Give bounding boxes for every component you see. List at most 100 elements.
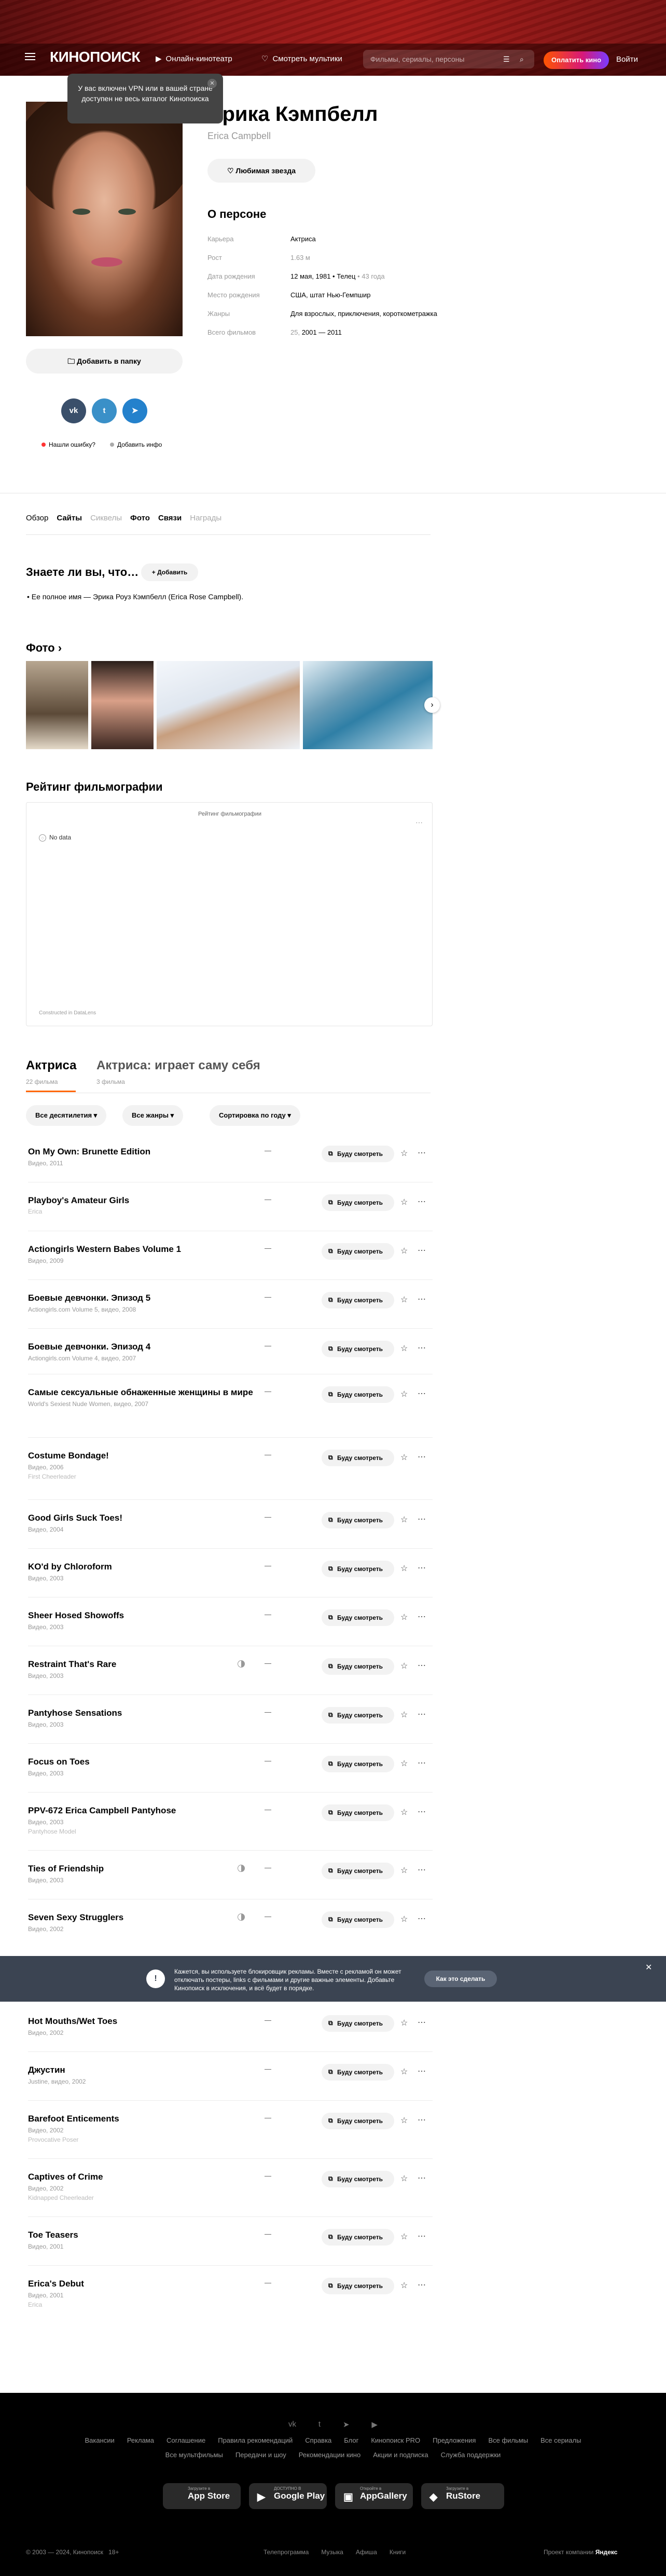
photo-thumb[interactable] xyxy=(91,661,154,749)
more-icon[interactable]: ⋯ xyxy=(418,1611,426,1622)
star-icon[interactable]: ☆ xyxy=(400,1246,408,1256)
photo-thumb[interactable] xyxy=(303,661,433,749)
footer-link[interactable]: Справка xyxy=(305,2436,331,2444)
telegram-icon[interactable]: ➤ xyxy=(343,2420,350,2429)
footer-link[interactable]: Музыка xyxy=(321,2549,343,2556)
will-watch-button[interactable]: ⧉ Буду смотреть xyxy=(322,2171,394,2187)
more-icon[interactable]: ⋯ xyxy=(418,2017,426,2028)
more-icon[interactable]: ⋯ xyxy=(418,2173,426,2183)
will-watch-button[interactable]: ⧉ Буду смотреть xyxy=(322,2113,394,2129)
more-icon[interactable]: ⋯ xyxy=(418,1807,426,1817)
google-play-button[interactable]: ▶ ДОСТУПНО В Google Play xyxy=(249,2483,327,2509)
footer-link[interactable]: Кинопоиск PRO xyxy=(371,2436,420,2444)
star-icon[interactable]: ☆ xyxy=(400,2280,408,2291)
menu-icon[interactable] xyxy=(25,53,35,60)
star-icon[interactable]: ☆ xyxy=(400,1710,408,1720)
footer-link[interactable]: Соглашение xyxy=(166,2436,205,2444)
star-icon[interactable]: ☆ xyxy=(400,1514,408,1525)
footer-link[interactable]: Все мультфильмы xyxy=(165,2451,223,2459)
will-watch-button[interactable]: ⧉ Буду смотреть xyxy=(322,1146,394,1162)
footer-link[interactable]: Предложения xyxy=(433,2436,476,2444)
star-icon[interactable]: ☆ xyxy=(400,1148,408,1159)
star-icon[interactable]: ☆ xyxy=(400,1343,408,1354)
telegram-share-icon[interactable]: ➤ xyxy=(122,398,147,423)
chevron-right-icon[interactable]: › xyxy=(424,697,440,713)
will-watch-button[interactable]: ⧉ Буду смотреть xyxy=(322,1707,394,1724)
footer-link[interactable]: Телепрограмма xyxy=(263,2549,309,2556)
will-watch-button[interactable]: ⧉ Буду смотреть xyxy=(322,1756,394,1772)
star-icon[interactable]: ☆ xyxy=(400,1865,408,1876)
pay-cinema-button[interactable]: Оплатить кино xyxy=(544,51,609,69)
more-icon[interactable]: ⋯ xyxy=(415,818,423,827)
filter-icon[interactable]: ☰ xyxy=(503,55,510,64)
more-icon[interactable]: ⋯ xyxy=(418,1196,426,1207)
star-icon[interactable]: ☆ xyxy=(400,2173,408,2184)
photos-title[interactable]: Фото › xyxy=(26,641,62,655)
tab-awards[interactable]: Награды xyxy=(190,514,221,522)
adblock-howto-button[interactable]: Как это сделать xyxy=(424,1971,497,1987)
footer-link[interactable]: Служба поддержки xyxy=(441,2451,501,2459)
twitter-icon[interactable]: t xyxy=(318,2420,321,2429)
more-icon[interactable]: ⋯ xyxy=(418,2231,426,2241)
more-icon[interactable]: ⋯ xyxy=(418,1913,426,1924)
tab-overview[interactable]: Обзор xyxy=(26,514,48,522)
will-watch-button[interactable]: ⧉ Буду смотреть xyxy=(322,1292,394,1308)
footer-link[interactable]: Книги xyxy=(390,2549,406,2556)
tab-actress-self[interactable]: Актриса: играет саму себя xyxy=(96,1058,260,1073)
star-icon[interactable]: ☆ xyxy=(400,1758,408,1769)
footer-link[interactable]: Реклама xyxy=(127,2436,154,2444)
star-icon[interactable]: ☆ xyxy=(400,2018,408,2028)
will-watch-button[interactable]: ⧉ Буду смотреть xyxy=(322,1863,394,1879)
will-watch-button[interactable]: ⧉ Буду смотреть xyxy=(322,1658,394,1675)
will-watch-button[interactable]: ⧉ Буду смотреть xyxy=(322,2229,394,2246)
footer-link[interactable]: Блог xyxy=(344,2436,358,2444)
decade-filter[interactable]: Все десятилетия ▾ xyxy=(26,1105,107,1126)
more-icon[interactable]: ⋯ xyxy=(418,1388,426,1399)
footer-link[interactable]: Рекомендации кино xyxy=(299,2451,361,2459)
add-to-folder-button[interactable]: 🗀 Добавить в папку xyxy=(26,349,183,374)
star-icon[interactable]: ☆ xyxy=(400,1452,408,1463)
film-title[interactable]: Самые сексуальные обнаженные женщины в м… xyxy=(28,1387,267,1398)
star-icon[interactable]: ☆ xyxy=(400,1563,408,1574)
star-icon[interactable]: ☆ xyxy=(400,1661,408,1671)
vk-share-icon[interactable]: vk xyxy=(61,398,86,423)
photo-thumb[interactable] xyxy=(26,661,88,749)
star-icon[interactable]: ☆ xyxy=(400,1914,408,1924)
more-icon[interactable]: ⋯ xyxy=(418,1148,426,1158)
rustore-button[interactable]: ◆ Загрузите в RuStore xyxy=(421,2483,504,2509)
will-watch-button[interactable]: ⧉ Буду смотреть xyxy=(322,1609,394,1626)
more-icon[interactable]: ⋯ xyxy=(418,1343,426,1353)
will-watch-button[interactable]: ⧉ Буду смотреть xyxy=(322,1386,394,1403)
add-info-link[interactable]: Добавить инфо xyxy=(110,441,162,448)
more-icon[interactable]: ⋯ xyxy=(418,1865,426,1875)
will-watch-button[interactable]: ⧉ Буду смотреть xyxy=(322,1243,394,1260)
more-icon[interactable]: ⋯ xyxy=(418,1514,426,1524)
close-icon[interactable]: ✕ xyxy=(207,79,217,88)
will-watch-button[interactable]: ⧉ Буду смотреть xyxy=(322,1341,394,1357)
twitter-share-icon[interactable]: t xyxy=(92,398,117,423)
tab-sites[interactable]: Сайты xyxy=(57,514,82,522)
nav-cartoons[interactable]: ♡ Смотреть мультики xyxy=(261,54,342,64)
will-watch-button[interactable]: ⧉ Буду смотреть xyxy=(322,1911,394,1928)
tab-relations[interactable]: Связи xyxy=(158,514,182,522)
will-watch-button[interactable]: ⧉ Буду смотреть xyxy=(322,1194,394,1211)
footer-link[interactable]: Передачи и шоу xyxy=(235,2451,286,2459)
report-error-link[interactable]: Нашли ошибку? xyxy=(41,441,95,448)
will-watch-button[interactable]: ⧉ Буду смотреть xyxy=(322,2278,394,2294)
more-icon[interactable]: ⋯ xyxy=(418,1709,426,1719)
footer-link[interactable]: Вакансии xyxy=(85,2436,115,2444)
login-link[interactable]: Войти xyxy=(616,55,638,64)
more-icon[interactable]: ⋯ xyxy=(418,1245,426,1256)
will-watch-button[interactable]: ⧉ Буду смотреть xyxy=(322,1512,394,1528)
footer-link[interactable]: Все сериалы xyxy=(540,2436,581,2444)
star-icon[interactable]: ☆ xyxy=(400,1389,408,1399)
tab-sequels[interactable]: Сиквелы xyxy=(90,514,122,522)
footer-link[interactable]: Афиша xyxy=(356,2549,377,2556)
will-watch-button[interactable]: ⧉ Буду смотреть xyxy=(322,2064,394,2081)
star-icon[interactable]: ☆ xyxy=(400,2231,408,2242)
more-icon[interactable]: ⋯ xyxy=(418,2280,426,2290)
more-icon[interactable]: ⋯ xyxy=(418,1294,426,1304)
add-trivia-button[interactable]: + Добавить xyxy=(141,563,198,581)
nav-online-cinema[interactable]: ▶ Онлайн-кинотеатр xyxy=(156,54,232,64)
star-icon[interactable]: ☆ xyxy=(400,1612,408,1622)
